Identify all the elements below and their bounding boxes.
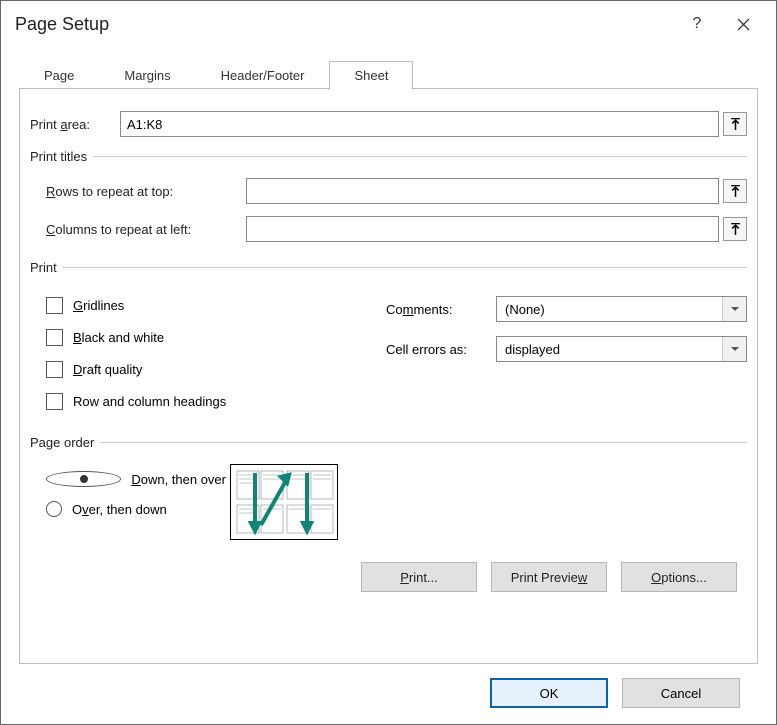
black-white-checkbox[interactable] [46,329,63,346]
over-then-down-label: Over, then down [72,502,167,517]
close-button[interactable] [720,9,766,39]
rows-repeat-label: Rows to repeat at top: [46,184,246,199]
options-button[interactable]: Options... [621,562,737,592]
print-area-label: Print area: [30,117,120,132]
cell-errors-label: Cell errors as: [386,342,496,357]
page-setup-dialog: Page Setup ? Page Margins Header/Footer … [0,0,777,725]
tab-sheet[interactable]: Sheet [329,61,413,90]
cancel-button[interactable]: Cancel [622,678,740,708]
draft-quality-checkbox[interactable] [46,361,63,378]
comments-label: Comments: [386,302,496,317]
collapse-range-icon [729,185,742,198]
collapse-range-icon [729,223,742,236]
print-group-label: Print [30,260,63,275]
over-then-down-radio[interactable] [46,501,62,517]
titlebar: Page Setup ? [1,1,776,47]
row-col-headings-checkbox[interactable] [46,393,63,410]
gridlines-label: Gridlines [73,298,124,313]
comments-select[interactable]: (None) [496,296,747,322]
ok-button[interactable]: OK [490,678,608,708]
page-order-preview [230,464,338,540]
collapse-range-icon [729,118,742,131]
help-button[interactable]: ? [674,9,720,39]
print-preview-button[interactable]: Print Preview [491,562,607,592]
page-order-preview-icon [231,465,339,541]
tab-header-footer[interactable]: Header/Footer [196,61,330,89]
tab-margins[interactable]: Margins [99,61,195,89]
down-then-over-radio[interactable] [46,471,121,487]
black-white-label: Black and white [73,330,164,345]
print-titles-group-label: Print titles [30,149,93,164]
cols-repeat-label: Columns to repeat at left: [46,222,246,237]
comments-value: (None) [505,302,545,317]
cols-repeat-input[interactable] [246,216,719,242]
tab-strip: Page Margins Header/Footer Sheet [19,55,758,89]
cell-errors-select[interactable]: displayed [496,336,747,362]
page-order-group-label: Page order [30,435,100,450]
down-then-over-label: Down, then over [131,472,226,487]
row-col-headings-label: Row and column headings [73,394,226,409]
print-area-collapse-button[interactable] [723,112,747,136]
close-icon [737,18,750,31]
cell-errors-value: displayed [505,342,560,357]
tab-page[interactable]: Page [19,61,99,89]
cols-repeat-collapse-button[interactable] [723,217,747,241]
gridlines-checkbox[interactable] [46,297,63,314]
dialog-title: Page Setup [15,14,674,35]
rows-repeat-input[interactable] [246,178,719,204]
print-button[interactable]: Print... [361,562,477,592]
chevron-down-icon [722,337,746,361]
draft-quality-label: Draft quality [73,362,142,377]
print-area-input[interactable] [120,111,719,137]
sheet-panel: Print area: Print titles Rows to repeat … [19,89,758,664]
rows-repeat-collapse-button[interactable] [723,179,747,203]
chevron-down-icon [722,297,746,321]
